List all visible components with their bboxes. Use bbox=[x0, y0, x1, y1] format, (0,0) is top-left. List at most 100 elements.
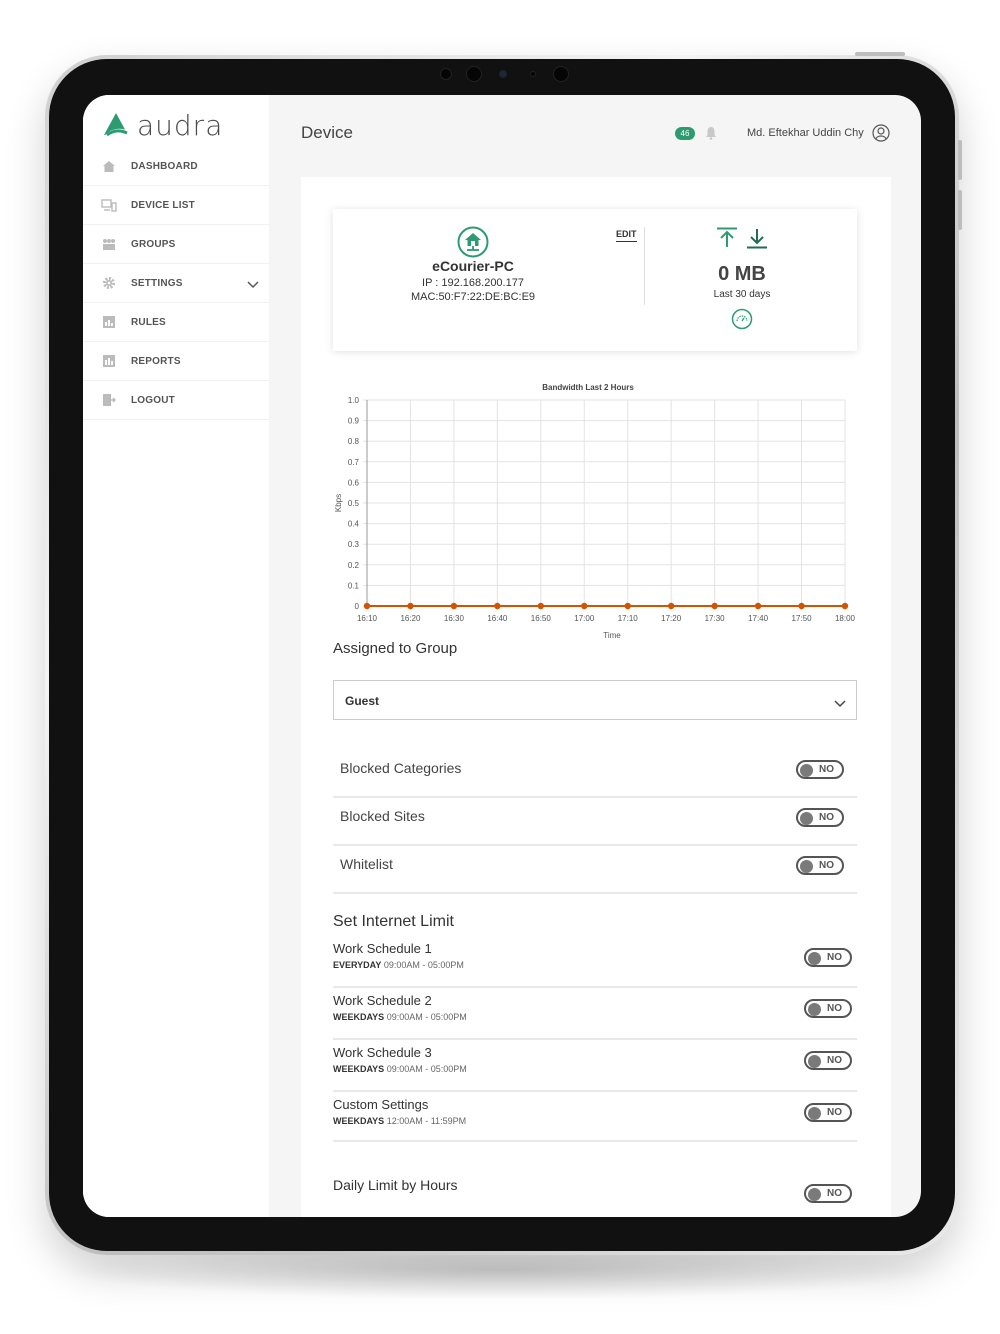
schedule-time: WEEKDAYS 12:00AM - 11:59PM bbox=[333, 1116, 466, 1126]
x-tick-label: 16:30 bbox=[444, 614, 465, 623]
schedule-time: WEEKDAYS 09:00AM - 05:00PM bbox=[333, 1064, 467, 1074]
sidebar-item-rules[interactable]: RULES bbox=[83, 303, 269, 342]
user-name[interactable]: Md. Eftekhar Uddin Chy bbox=[747, 127, 864, 139]
upload-download-icon bbox=[716, 227, 770, 254]
schedule-row: Work Schedule 2 WEEKDAYS 09:00AM - 05:00… bbox=[333, 988, 857, 1040]
app-logo[interactable]: audra bbox=[101, 105, 223, 145]
schedule-hours: 09:00AM - 05:00PM bbox=[383, 960, 464, 970]
filter-label: Blocked Categories bbox=[340, 760, 462, 776]
sidebar-item-device-list[interactable]: DEVICE LIST bbox=[83, 186, 269, 225]
sidebar-item-label: LOGOUT bbox=[131, 394, 175, 406]
x-tick-label: 17:10 bbox=[618, 614, 639, 623]
x-tick-label: 16:20 bbox=[400, 614, 421, 623]
daily-limit-toggle[interactable]: NO bbox=[804, 1184, 852, 1203]
logout-icon bbox=[101, 392, 117, 408]
ambient-sensor bbox=[530, 71, 536, 77]
volume-up-button bbox=[958, 140, 962, 180]
blocked-categories-toggle[interactable]: NO bbox=[796, 760, 844, 779]
work-schedule-1-toggle[interactable]: NO bbox=[804, 948, 852, 967]
work-schedule-3-toggle[interactable]: NO bbox=[804, 1051, 852, 1070]
y-tick-label: 0.5 bbox=[348, 499, 360, 508]
chevron-down-icon bbox=[834, 695, 846, 713]
bell-icon[interactable] bbox=[705, 126, 717, 145]
internet-limit-title: Set Internet Limit bbox=[333, 913, 454, 930]
data-point bbox=[667, 602, 675, 610]
toggle-state: NO bbox=[827, 952, 842, 963]
rules-icon bbox=[101, 314, 117, 330]
schedule-hours: 09:00AM - 05:00PM bbox=[386, 1012, 467, 1022]
app-screen: audra DASHBOARD DEVICE LIST GROUPS SETTI… bbox=[83, 95, 921, 1217]
filter-row-whitelist: Whitelist NO bbox=[333, 846, 857, 894]
toggle-knob bbox=[800, 859, 813, 873]
sidebar-item-dashboard[interactable]: DASHBOARD bbox=[83, 147, 269, 186]
sidebar-item-logout[interactable]: LOGOUT bbox=[83, 381, 269, 420]
y-tick-label: 0.4 bbox=[348, 520, 360, 529]
sidebar-item-label: RULES bbox=[131, 316, 166, 328]
sidebar-item-groups[interactable]: GROUPS bbox=[83, 225, 269, 264]
schedule-row: Work Schedule 1 EVERYDAY 09:00AM - 05:00… bbox=[333, 938, 857, 988]
blocked-sites-toggle[interactable]: NO bbox=[796, 808, 844, 827]
filter-label: Blocked Sites bbox=[340, 808, 425, 824]
schedule-days: EVERYDAY bbox=[333, 960, 382, 970]
user-account-icon[interactable] bbox=[872, 124, 890, 147]
sidebar-item-label: SETTINGS bbox=[131, 277, 183, 289]
x-tick-label: 17:00 bbox=[574, 614, 595, 623]
sidebar-item-settings[interactable]: SETTINGS bbox=[83, 264, 269, 303]
sidebar-item-label: REPORTS bbox=[131, 355, 181, 367]
data-point bbox=[754, 602, 762, 610]
whitelist-toggle[interactable]: NO bbox=[796, 856, 844, 875]
bandwidth-chart-svg: Bandwidth Last 2 Hours 0 0.1 0.2 0.3 0.4 0.5 0.… bbox=[334, 383, 856, 640]
custom-settings-toggle[interactable]: NO bbox=[804, 1103, 852, 1122]
edit-device-link[interactable]: EDIT bbox=[616, 229, 637, 242]
bandwidth-chart: Bandwidth Last 2 Hours 0 0.1 0.2 0.3 0.4 0.5 0.… bbox=[333, 379, 863, 644]
x-tick-label: 17:50 bbox=[792, 614, 813, 623]
usage-label: Last 30 days bbox=[713, 289, 771, 300]
schedule-row: Custom Settings WEEKDAYS 12:00AM - 11:59… bbox=[333, 1092, 857, 1142]
schedule-days: WEEKDAYS bbox=[333, 1064, 385, 1074]
speedometer-icon[interactable] bbox=[731, 308, 753, 335]
x-tick-label: 16:40 bbox=[487, 614, 508, 623]
device-info-card: eCourier-PC IP : 192.168.200.177 MAC:50:… bbox=[333, 209, 857, 351]
schedule-days: WEEKDAYS bbox=[333, 1012, 385, 1022]
y-tick-label: 0.6 bbox=[348, 478, 360, 487]
y-tick-label: 0 bbox=[355, 602, 360, 611]
y-tick-label: 0.8 bbox=[348, 437, 360, 446]
gear-icon bbox=[101, 275, 117, 291]
y-tick-label: 0.7 bbox=[348, 458, 360, 467]
x-tick-label: 17:20 bbox=[661, 614, 682, 623]
toggle-state: NO bbox=[827, 1107, 842, 1118]
toggle-state: NO bbox=[819, 860, 834, 871]
schedule-title: Work Schedule 1 bbox=[333, 941, 432, 956]
schedule-time: EVERYDAY 09:00AM - 05:00PM bbox=[333, 960, 464, 970]
reports-icon bbox=[101, 353, 117, 369]
volume-down-button bbox=[958, 190, 962, 230]
toggle-knob bbox=[808, 1002, 821, 1016]
sidebar-item-label: DEVICE LIST bbox=[131, 199, 195, 211]
toggle-knob bbox=[800, 811, 813, 825]
toggle-knob bbox=[800, 763, 813, 777]
toggle-state: NO bbox=[827, 1055, 842, 1066]
filter-row-blocked-sites: Blocked Sites NO bbox=[333, 798, 857, 846]
work-schedule-2-toggle[interactable]: NO bbox=[804, 999, 852, 1018]
schedule-hours: 09:00AM - 05:00PM bbox=[386, 1064, 467, 1074]
schedule-title: Work Schedule 2 bbox=[333, 993, 432, 1008]
y-axis-label: Kbps bbox=[334, 494, 343, 512]
x-tick-label: 18:00 bbox=[835, 614, 856, 623]
chevron-down-icon[interactable] bbox=[247, 276, 259, 294]
data-point bbox=[494, 602, 501, 610]
sidebar-item-label: GROUPS bbox=[131, 238, 176, 250]
data-point bbox=[363, 602, 371, 610]
filter-label: Whitelist bbox=[340, 856, 393, 872]
toggle-state: NO bbox=[819, 812, 834, 823]
camera-lens bbox=[466, 66, 482, 82]
y-tick-label: 1.0 bbox=[348, 396, 360, 405]
daily-limit-title: Daily Limit by Hours bbox=[333, 1177, 458, 1193]
schedule-title: Work Schedule 3 bbox=[333, 1045, 432, 1060]
sidebar-item-reports[interactable]: REPORTS bbox=[83, 342, 269, 381]
toggle-knob bbox=[808, 1187, 821, 1201]
schedule-title: Custom Settings bbox=[333, 1097, 429, 1112]
notification-badge[interactable]: 46 bbox=[675, 127, 695, 140]
group-select[interactable]: Guest bbox=[333, 680, 857, 720]
data-point bbox=[711, 602, 718, 610]
toggle-knob bbox=[808, 951, 821, 965]
